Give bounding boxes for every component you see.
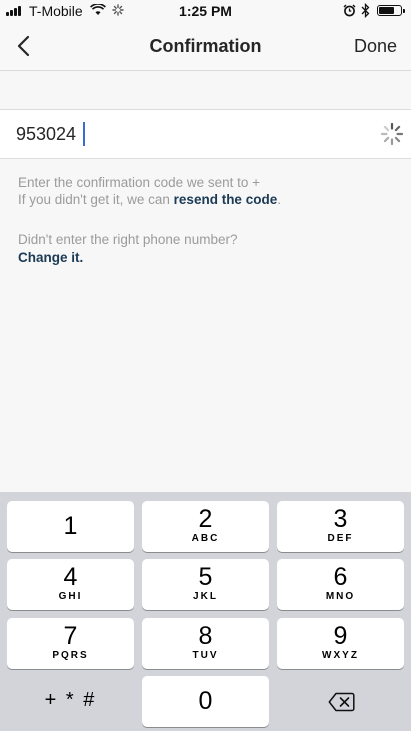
key-digit: 7	[63, 622, 78, 650]
key-4[interactable]: 4 GHI	[7, 559, 134, 610]
code-sent-line: Enter the confirmation code we sent to +	[18, 175, 261, 190]
key-digit: 6	[333, 563, 348, 591]
key-digit: 1	[63, 512, 78, 540]
key-letters: DEF	[327, 533, 354, 544]
spinner-icon	[380, 122, 404, 146]
key-letters: TUV	[192, 650, 219, 661]
key-digit: 0	[198, 687, 213, 715]
key-digit: 5	[198, 563, 213, 591]
alarm-icon	[343, 4, 356, 17]
key-6[interactable]: 6 MNO	[277, 559, 404, 610]
delete-key[interactable]	[277, 676, 404, 727]
confirmation-code-row	[0, 109, 411, 159]
battery-icon	[377, 5, 405, 16]
key-letters: GHI	[58, 591, 83, 602]
key-digit: 4	[63, 563, 78, 591]
key-letters: JKL	[193, 591, 218, 602]
key-digit: 2	[198, 505, 213, 533]
key-symbols[interactable]: + * #	[7, 676, 134, 727]
confirmation-code-input[interactable]	[16, 110, 336, 158]
bluetooth-icon	[361, 3, 370, 18]
key-letters: PQRS	[52, 650, 89, 661]
wrong-number-question: Didn't enter the right phone number?	[18, 232, 238, 247]
symbols-label: + * #	[44, 689, 97, 711]
navigation-bar: Confirmation Done	[0, 22, 411, 71]
key-digit: 9	[333, 622, 348, 650]
resend-prefix: If you didn't get it, we can	[18, 192, 174, 207]
status-bar: T-Mobile 1:25 PM	[0, 0, 411, 22]
key-letters: WXYZ	[322, 650, 359, 661]
page-title: Confirmation	[149, 36, 262, 56]
key-digit: 3	[333, 505, 348, 533]
key-8[interactable]: 8 TUV	[142, 618, 269, 669]
wrong-number-message: Didn't enter the right phone number? Cha…	[18, 231, 237, 267]
resend-line: If you didn't get it, we can resend the …	[18, 191, 281, 208]
key-7[interactable]: 7 PQRS	[7, 618, 134, 669]
change-number-link[interactable]: Change it.	[18, 249, 237, 267]
done-button[interactable]: Done	[354, 36, 397, 57]
resend-code-link[interactable]: resend the code	[174, 192, 278, 207]
key-0[interactable]: 0	[142, 676, 269, 727]
key-digit: 8	[198, 622, 213, 650]
key-9[interactable]: 9 WXYZ	[277, 618, 404, 669]
text-caret	[83, 122, 85, 146]
resend-suffix: .	[277, 192, 281, 207]
backspace-icon	[328, 692, 355, 712]
key-letters: MNO	[325, 591, 356, 602]
key-5[interactable]: 5 JKL	[142, 559, 269, 610]
key-3[interactable]: 3 DEF	[277, 501, 404, 552]
key-letters: ABC	[191, 533, 220, 544]
key-1[interactable]: 1	[7, 501, 134, 552]
key-2[interactable]: 2 ABC	[142, 501, 269, 552]
code-sent-message: Enter the confirmation code we sent to +…	[18, 174, 281, 208]
numeric-keypad: 1 2 ABC 3 DEF 4 GHI 5 JKL 6 MNO 7 PQRS 8 TUV 9W…	[0, 492, 411, 731]
